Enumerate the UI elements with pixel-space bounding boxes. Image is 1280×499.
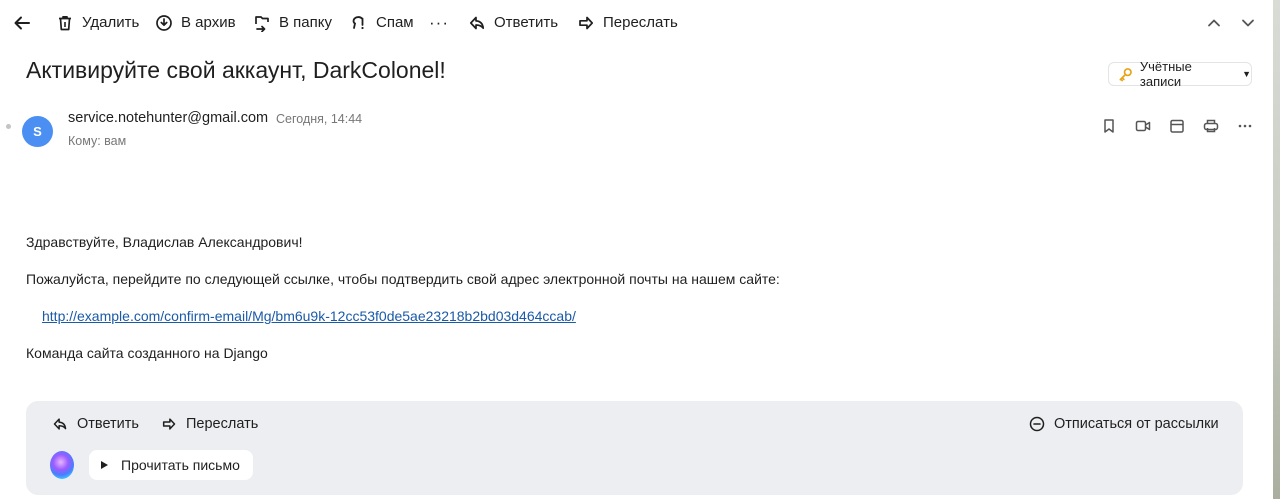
panel-forward-label: Переслать (186, 416, 259, 432)
reply-button[interactable]: Ответить (468, 12, 558, 34)
chevron-up-icon (1208, 19, 1220, 27)
quick-actions-panel: Ответить Переслать Отписаться от рассылк… (26, 401, 1243, 495)
unsubscribe-button[interactable]: Отписаться от рассылки (1029, 416, 1219, 432)
print-icon[interactable] (1203, 118, 1219, 134)
window-edge (1270, 0, 1280, 499)
archive-button[interactable]: В архив (155, 12, 236, 34)
confirm-email-link[interactable]: http://example.com/confirm-email/Mg/bm6u… (42, 308, 576, 324)
chevron-down-icon (1242, 19, 1254, 27)
forward-icon (162, 418, 176, 430)
back-button[interactable] (13, 12, 31, 34)
arrow-left-icon (14, 16, 30, 30)
voice-assistant-icon[interactable] (50, 451, 74, 479)
more-options-icon[interactable] (1237, 118, 1253, 134)
reply-icon (469, 16, 485, 30)
delete-label: Удалить (82, 14, 140, 31)
minus-circle-icon (1029, 416, 1045, 432)
accounts-label: Учётные записи (1139, 59, 1192, 89)
reply-label: Ответить (494, 14, 559, 31)
caret-down-icon: ▼ (1242, 69, 1251, 79)
unsubscribe-label: Отписаться от рассылки (1054, 416, 1219, 432)
key-icon (1119, 67, 1132, 81)
accounts-dropdown[interactable]: Учётные записи ▼ (1108, 59, 1252, 89)
next-message-button[interactable] (1239, 12, 1257, 34)
read-aloud-button[interactable]: Прочитать письмо (89, 450, 253, 480)
archive-label: В архив (181, 14, 236, 31)
delete-button[interactable]: Удалить (56, 12, 139, 34)
forward-icon (579, 16, 594, 30)
message-subject: Активируйте свой аккаунт, DarkColonel! (26, 57, 446, 83)
signature-text: Команда сайта созданного на Django (26, 345, 268, 361)
move-to-folder-label: В папку (279, 14, 332, 31)
calendar-icon[interactable] (1169, 118, 1185, 134)
move-to-folder-button[interactable]: В папку (253, 12, 332, 34)
archive-icon (156, 15, 172, 31)
message-actions (0, 118, 1270, 136)
instruction-text: Пожалуйста, перейдите по следующей ссылк… (26, 271, 780, 287)
forward-label: Переслать (603, 14, 678, 31)
reply-icon (53, 418, 67, 430)
read-aloud-label: Прочитать письмо (121, 457, 240, 473)
forward-button[interactable]: Переслать (577, 12, 678, 34)
trash-icon (59, 15, 71, 31)
panel-forward-button[interactable]: Переслать (161, 416, 258, 432)
recipient-line[interactable]: Кому: вам (68, 134, 126, 148)
video-call-icon[interactable] (1135, 118, 1151, 134)
more-actions-button[interactable]: ··· (429, 12, 449, 34)
bookmark-icon[interactable] (1101, 118, 1117, 134)
move-folder-icon (255, 16, 269, 32)
play-icon (101, 461, 108, 469)
spam-button[interactable]: Спам (350, 12, 414, 34)
mail-toolbar: Удалить В архив В папку Спам ··· Ответит… (0, 0, 1270, 46)
spam-label: Спам (376, 14, 414, 31)
previous-message-button[interactable] (1205, 12, 1223, 34)
greeting-text: Здравствуйте, Владислав Александрович! (26, 234, 303, 250)
panel-reply-label: Ответить (77, 416, 139, 432)
spam-icon (352, 16, 364, 30)
panel-reply-button[interactable]: Ответить (52, 416, 139, 432)
more-dots-icon: ··· (429, 13, 449, 32)
